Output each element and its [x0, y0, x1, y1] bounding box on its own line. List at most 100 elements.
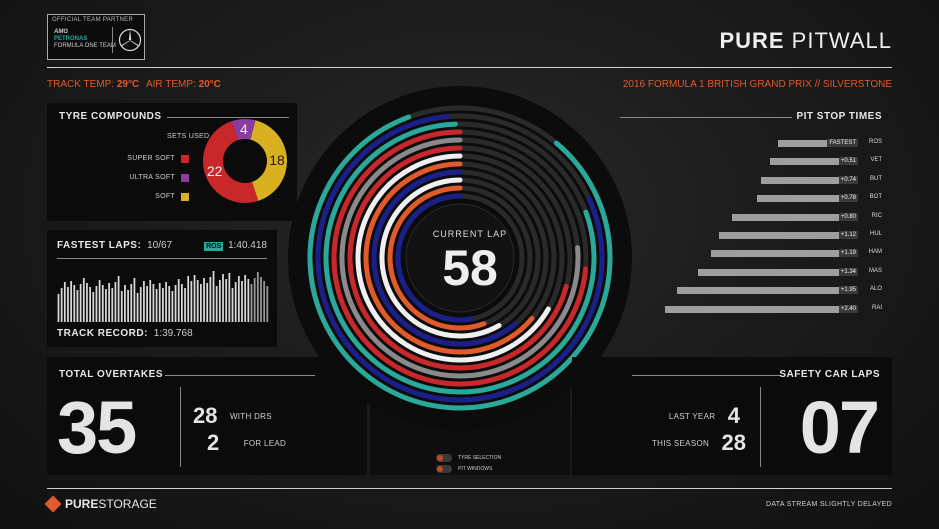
pit-stop-row: +1.95 ALO — [620, 286, 892, 296]
fastest-lap-holder: ROS 1:40.418 — [204, 240, 267, 251]
lap-bar — [108, 283, 110, 322]
pit-stop-driver: MAS — [868, 267, 882, 274]
pit-stop-bar: +0.51 — [770, 157, 858, 166]
lap-bar — [114, 282, 117, 322]
pit-stop-delta: +2.40 — [838, 304, 858, 313]
lap-bar — [57, 294, 60, 322]
lap-bar — [162, 288, 164, 322]
pit-stop-bar: FASTEST — [778, 139, 858, 147]
star-logo-icon — [118, 28, 142, 52]
safety-car-last-year: LAST YEAR 4 — [668, 403, 740, 428]
pit-stop-delta: +1.34 — [838, 267, 858, 276]
total-overtakes-title: TOTAL OVERTAKES — [59, 369, 163, 380]
lap-bar — [95, 286, 98, 322]
fastest-laps-panel: FASTEST LAPS: 10/67 ROS 1:40.418 TRACK R… — [47, 230, 277, 347]
toggle-switch-icon[interactable] — [436, 465, 452, 473]
lap-bar — [260, 277, 262, 322]
pit-stop-driver: ROS — [868, 139, 882, 145]
lap-bar — [105, 289, 107, 322]
pit-stop-bar: +0.80 — [732, 212, 858, 221]
temperature-readout: TRACK TEMP: 29°C AIR TEMP: 20°C — [47, 79, 221, 90]
tyre-slice-label: 4 — [240, 121, 248, 137]
lap-bar — [263, 281, 266, 322]
pit-stop-driver: RIC — [871, 212, 882, 219]
pit-stop-delta: +0.51 — [838, 157, 858, 166]
pit-stop-delta: +0.80 — [838, 212, 858, 221]
safety-car-panel: SAFETY CAR LAPS 07 LAST YEAR 4 THIS SEAS… — [572, 357, 892, 475]
pit-stop-row: +1.34 MAS — [620, 267, 892, 278]
lap-bar — [73, 285, 76, 322]
lap-times-bar-chart — [57, 271, 269, 322]
lap-bar — [206, 283, 209, 322]
lap-bar — [247, 279, 250, 322]
lap-bar — [187, 276, 190, 322]
pit-stop-row: +0.78 BOT — [620, 194, 892, 204]
pit-stop-row: FASTEST ROS — [620, 139, 892, 149]
pit-stop-bar: +1.19 — [711, 249, 858, 258]
sponsor-logo-icon — [44, 495, 62, 513]
pit-stop-bar: +1.95 — [677, 286, 858, 295]
lap-bar — [196, 280, 199, 322]
pit-stop-times-title: PIT STOP TIMES — [796, 111, 882, 122]
pit-stop-row: +0.74 BUT — [620, 175, 892, 186]
lap-bar — [127, 290, 129, 322]
tyre-selection-toggle[interactable]: TYRE SELECTION — [436, 454, 501, 462]
tyre-slice-label: 22 — [207, 163, 223, 179]
lap-bar — [174, 285, 177, 322]
pit-stop-row: +0.51 VET — [620, 157, 892, 167]
lap-bar — [177, 279, 180, 322]
lap-bar — [149, 280, 152, 322]
lap-bar — [98, 280, 101, 322]
fastest-laps-header: FASTEST LAPS: 10/67 — [57, 240, 173, 251]
current-lap-label: CURRENT LAP — [432, 229, 508, 239]
pit-stop-bar: +2.40 — [665, 304, 858, 313]
lap-bar — [193, 275, 196, 322]
lap-bar — [253, 278, 256, 322]
pit-stop-driver: HAM — [868, 249, 882, 256]
lap-bar — [146, 286, 148, 322]
pit-stop-times-panel: PIT STOP TIMES FASTEST ROS +0.51 VET +0.74 BU… — [620, 103, 892, 325]
pitwall-dashboard: OFFICIAL TEAM PARTNER AMG PETRONAS FORMU… — [0, 0, 939, 529]
lap-bar — [266, 286, 269, 322]
lap-bar — [250, 284, 253, 322]
lap-bar — [222, 274, 224, 322]
pit-stop-row: +2.40 RAI — [620, 304, 892, 315]
lap-bar — [199, 284, 202, 322]
lap-bar — [256, 272, 259, 322]
lap-bar — [225, 279, 228, 322]
pit-windows-toggle[interactable]: PIT WINDOWS — [436, 465, 492, 473]
lap-bar — [101, 285, 104, 322]
pit-stop-driver: HUL — [869, 231, 882, 237]
lap-bar — [244, 275, 247, 322]
lap-bar — [67, 287, 69, 322]
lap-bar — [82, 278, 85, 322]
pit-stop-driver: VET — [870, 157, 882, 164]
header-rule — [47, 67, 892, 68]
lap-bar — [111, 288, 114, 322]
pit-stop-driver: RAI — [871, 304, 882, 311]
safety-car-title: SAFETY CAR LAPS — [779, 369, 880, 380]
lap-bar — [136, 293, 139, 322]
lap-bar — [139, 287, 142, 322]
footer-rule — [47, 488, 892, 489]
lap-bar — [171, 291, 174, 322]
lap-bar — [155, 289, 158, 322]
lap-bar — [203, 278, 205, 322]
lap-bar — [60, 288, 63, 322]
pit-stop-delta: +0.78 — [838, 194, 858, 203]
pit-stop-bar: +0.74 — [761, 175, 858, 184]
lap-bar — [184, 288, 186, 322]
lap-bar — [76, 290, 79, 322]
tyre-legend-item: SUPER SOFT — [107, 149, 189, 168]
tyre-compounds-panel: TYRE COMPOUNDS SETS USED SUPER SOFT ULTR… — [47, 103, 297, 221]
lap-bar — [190, 281, 193, 322]
toggle-switch-icon[interactable] — [436, 454, 452, 462]
pit-stop-driver: BOT — [869, 194, 882, 201]
lap-bar — [92, 292, 95, 322]
pit-stop-row: +1.19 HAM — [620, 249, 892, 259]
race-name: 2016 FORMULA 1 BRITISH GRAND PRIX // SIL… — [622, 79, 892, 90]
safety-car-divider — [760, 387, 761, 467]
lap-bar — [79, 284, 82, 322]
track-record: TRACK RECORD: 1:39.768 — [57, 328, 193, 339]
lap-bar — [63, 282, 66, 322]
